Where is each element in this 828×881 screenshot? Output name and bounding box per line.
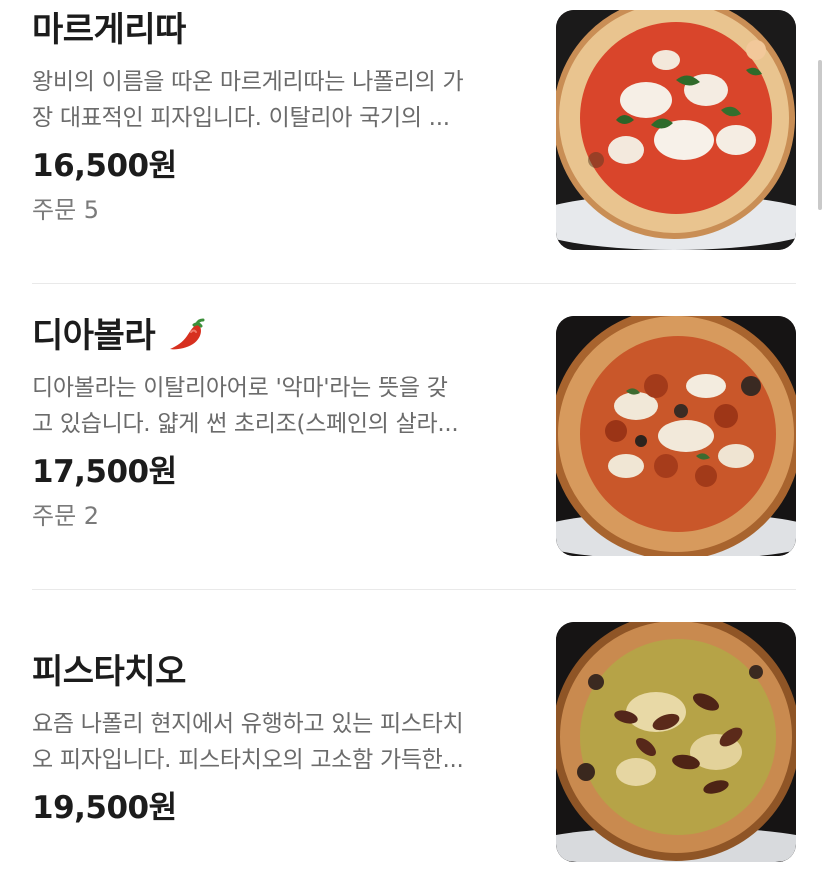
- scrollbar[interactable]: [818, 60, 822, 210]
- diavola-pizza-photo[interactable]: [556, 316, 796, 556]
- menu-item-description: 요즘 나폴리 현지에서 유행하고 있는 피스타치 오 피자입니다. 피스타치오의…: [32, 706, 522, 778]
- divider: [32, 589, 796, 590]
- chili-pepper-icon: [167, 318, 207, 354]
- menu-item-description-line: 고 있습니다. 얇게 썬 초리조(스페인의 살라...: [32, 411, 459, 437]
- menu-item-description: 디아볼라는 이탈리아어로 '악마'라는 뜻을 갖 고 있습니다. 얇게 썬 초리…: [32, 370, 522, 442]
- menu-item-name-label: 마르게리따: [32, 10, 186, 50]
- pistachio-pizza-photo[interactable]: [556, 622, 796, 862]
- menu-item-name: 마르게리따: [32, 10, 532, 50]
- menu-item-name: 피스타치오: [32, 652, 532, 692]
- menu-item-name: 디아볼라: [32, 316, 532, 356]
- menu-item-price: 16,500원: [32, 148, 177, 184]
- menu-item-name-label: 피스타치오: [32, 652, 186, 692]
- menu-item-price: 17,500원: [32, 454, 177, 490]
- divider: [32, 283, 796, 284]
- menu-list: 마르게리따 왕비의 이름을 따온 마르게리따는 나폴리의 가 장 대표적인 피자…: [0, 0, 828, 881]
- menu-item-description-line: 요즘 나폴리 현지에서 유행하고 있는 피스타치: [32, 711, 464, 737]
- menu-item-text: 마르게리따 왕비의 이름을 따온 마르게리따는 나폴리의 가 장 대표적인 피자…: [32, 10, 532, 226]
- menu-item-description-line: 오 피자입니다. 피스타치오의 고소함 가득한...: [32, 747, 464, 773]
- menu-item-name-label: 디아볼라: [32, 316, 156, 356]
- menu-item-pistachio[interactable]: 피스타치오 요즘 나폴리 현지에서 유행하고 있는 피스타치 오 피자입니다. …: [32, 622, 796, 862]
- menu-item-description: 왕비의 이름을 따온 마르게리따는 나폴리의 가 장 대표적인 피자입니다. 이…: [32, 64, 522, 136]
- menu-item-description-line: 디아볼라는 이탈리아어로 '악마'라는 뜻을 갖: [32, 375, 448, 401]
- menu-item-margherita[interactable]: 마르게리따 왕비의 이름을 따온 마르게리따는 나폴리의 가 장 대표적인 피자…: [32, 10, 796, 250]
- menu-item-text: 피스타치오 요즘 나폴리 현지에서 유행하고 있는 피스타치 오 피자입니다. …: [32, 652, 532, 828]
- menu-item-description-line: 장 대표적인 피자입니다. 이탈리아 국기의 ...: [32, 105, 450, 131]
- menu-item-diavola[interactable]: 디아볼라 디아볼라는 이탈리아어로 '악마'라는 뜻을 갖 고 있습니다. 얇게…: [32, 316, 796, 556]
- margherita-pizza-photo[interactable]: [556, 10, 796, 250]
- menu-item-description-line: 왕비의 이름을 따온 마르게리따는 나폴리의 가: [32, 69, 464, 95]
- menu-item-text: 디아볼라 디아볼라는 이탈리아어로 '악마'라는 뜻을 갖 고 있습니다. 얇게…: [32, 316, 532, 532]
- menu-item-price: 19,500원: [32, 790, 177, 826]
- menu-item-order-count: 주문 2: [32, 502, 100, 530]
- menu-item-order-count: 주문 5: [32, 196, 100, 224]
